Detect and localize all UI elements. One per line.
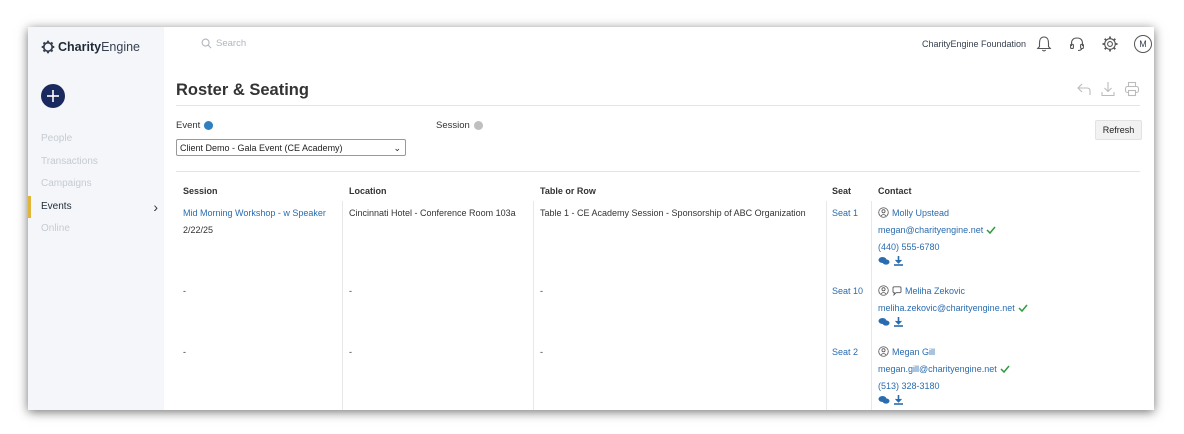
contact-cell: Megan Gill megan.gill@charityengine.net … (878, 343, 1010, 406)
search-icon (201, 38, 212, 49)
sidebar-item-people[interactable]: People (28, 128, 164, 151)
person-icon (878, 285, 889, 296)
headset-icon[interactable] (1068, 35, 1086, 53)
contact-cell: Molly Upstead megan@charityengine.net (4… (878, 204, 996, 267)
event-filter-label: Event (176, 120, 214, 131)
contact-name-link[interactable]: Meliha Zekovic (905, 286, 965, 296)
settings-gear-icon[interactable] (1101, 35, 1119, 53)
charityengine-logo-icon (41, 40, 55, 54)
table-row-cell: - (540, 286, 543, 296)
checkmark-icon (1018, 304, 1028, 312)
location-cell: Cincinnati Hotel - Conference Room 103a (349, 208, 516, 218)
column-header-contact: Contact (878, 186, 912, 196)
app-window: CharityEngine People Transactions Campai… (28, 27, 1154, 410)
column-header-session: Session (183, 186, 218, 196)
column-divider (533, 201, 534, 410)
plus-icon (47, 90, 59, 102)
organization-name[interactable]: CharityEngine Foundation (922, 39, 1026, 49)
contact-name-link[interactable]: Molly Upstead (892, 208, 949, 218)
column-divider (871, 201, 872, 410)
column-header-table-row: Table or Row (540, 186, 596, 196)
event-status-dot (204, 121, 214, 130)
session-status-dot (473, 121, 483, 130)
contact-email-link[interactable]: meliha.zekovic@charityengine.net (878, 303, 1015, 313)
contact-cell: Meliha Zekovic meliha.zekovic@charityeng… (878, 282, 1028, 328)
sidebar: CharityEngine People Transactions Campai… (28, 27, 164, 410)
contact-name-link[interactable]: Megan Gill (892, 347, 935, 357)
main-content: Roster & Seating Event Session Client De… (176, 61, 1154, 410)
speech-bubble-icon (892, 285, 902, 296)
sidebar-item-campaigns[interactable]: Campaigns (28, 173, 164, 196)
contact-phone-link[interactable]: (440) 555-6780 (878, 242, 940, 252)
refresh-button[interactable]: Refresh (1095, 120, 1142, 140)
print-icon[interactable] (1124, 81, 1140, 97)
contact-email-link[interactable]: megan.gill@charityengine.net (878, 364, 997, 374)
session-date: 2/22/25 (183, 225, 214, 235)
add-button[interactable] (41, 84, 65, 108)
sidebar-item-online[interactable]: Online (28, 218, 164, 241)
event-select[interactable]: Client Demo - Gala Event (CE Academy) ⌄ (176, 139, 406, 156)
chat-bubbles-icon[interactable] (878, 395, 890, 405)
sidebar-item-events[interactable]: Events › (28, 195, 164, 219)
column-header-seat: Seat (832, 186, 852, 196)
session-cell: - (183, 286, 186, 296)
chevron-down-icon: ⌄ (393, 143, 401, 153)
person-icon (878, 207, 889, 218)
seat-link[interactable]: Seat 10 (832, 286, 863, 296)
user-avatar[interactable]: M (1134, 35, 1152, 53)
undo-arrow-icon[interactable] (1076, 81, 1092, 97)
table-row-cell: Table 1 - CE Academy Session - Sponsorsh… (540, 208, 806, 218)
sidebar-item-transactions[interactable]: Transactions (28, 151, 164, 174)
checkmark-icon (986, 226, 996, 234)
bell-icon[interactable] (1035, 35, 1053, 53)
download-icon[interactable] (893, 317, 904, 327)
chat-bubbles-icon[interactable] (878, 256, 890, 266)
brand-logo[interactable]: CharityEngine (41, 40, 140, 54)
title-divider (176, 105, 1140, 106)
checkmark-icon (1000, 365, 1010, 373)
session-link[interactable]: Mid Morning Workshop - w Speaker (183, 208, 326, 218)
session-filter-label: Session (436, 120, 483, 131)
download-icon[interactable] (893, 256, 904, 266)
download-icon[interactable] (1100, 81, 1116, 97)
contact-email-link[interactable]: megan@charityengine.net (878, 225, 983, 235)
search-input[interactable]: Search (201, 38, 246, 49)
brand-name: CharityEngine (58, 40, 141, 54)
table-top-divider (176, 171, 1140, 172)
column-divider (826, 201, 827, 410)
chat-bubbles-icon[interactable] (878, 317, 890, 327)
contact-phone-link[interactable]: (513) 328-3180 (878, 381, 940, 391)
seat-link[interactable]: Seat 1 (832, 208, 858, 218)
search-placeholder: Search (216, 38, 247, 49)
location-cell: - (349, 347, 352, 357)
event-select-value: Client Demo - Gala Event (CE Academy) (180, 143, 343, 153)
column-header-location: Location (349, 186, 387, 196)
top-bar: Search CharityEngine Foundation M (164, 27, 1154, 61)
table-row-cell: - (540, 347, 543, 357)
location-cell: - (349, 286, 352, 296)
column-divider (342, 201, 343, 410)
sidebar-nav: People Transactions Campaigns Events › On… (28, 128, 164, 241)
download-icon[interactable] (893, 395, 904, 405)
chevron-right-icon[interactable]: › (153, 196, 158, 219)
person-icon (878, 346, 889, 357)
session-cell: - (183, 347, 186, 357)
page-title: Roster & Seating (176, 81, 309, 99)
seat-link[interactable]: Seat 2 (832, 347, 858, 357)
